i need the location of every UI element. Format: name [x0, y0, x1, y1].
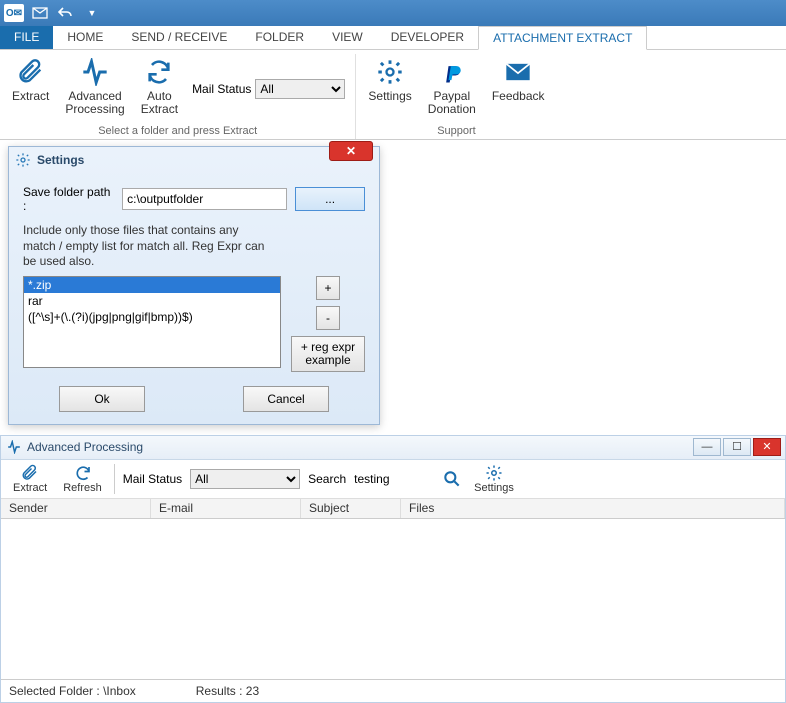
dialog-title-text: Settings [37, 153, 84, 167]
paypal-button[interactable]: Paypal Donation [422, 54, 482, 123]
list-item[interactable]: rar [24, 293, 280, 309]
minimize-button[interactable]: — [693, 438, 721, 456]
ribbon-group-support: Settings Paypal Donation Feedback Suppor… [356, 54, 556, 139]
ribbon-group-label-2: Support [362, 123, 550, 139]
adv-settings-button[interactable]: Settings [470, 464, 518, 494]
adv-mail-status-select[interactable]: All [190, 469, 300, 489]
mail-status-row: Mail Status All [188, 54, 349, 123]
refresh-icon [143, 56, 175, 88]
advanced-processing-window: Advanced Processing — ☐ ✕ Extract Refres… [0, 435, 786, 703]
dialog-title-bar: Settings [9, 147, 379, 173]
tab-developer[interactable]: DEVELOPER [377, 26, 478, 49]
tab-folder[interactable]: FOLDER [241, 26, 318, 49]
browse-button[interactable]: ... [295, 187, 365, 211]
ok-button[interactable]: Ok [59, 386, 145, 412]
adv-extract-button[interactable]: Extract [9, 464, 51, 494]
outlook-icon: O✉ [4, 4, 24, 22]
advanced-processing-button[interactable]: Advanced Processing [59, 54, 130, 123]
ribbon: Extract Advanced Processing Auto Extract… [0, 50, 786, 140]
paperclip-icon [21, 464, 39, 482]
add-button[interactable]: + [316, 276, 340, 300]
tab-file[interactable]: FILE [0, 26, 53, 49]
undo-icon[interactable] [56, 4, 76, 22]
grid-body[interactable] [1, 519, 785, 679]
status-bar: Selected Folder : \Inbox Results : 23 [1, 679, 785, 702]
list-item[interactable]: ([^\s]+(\.(?i)(jpg|png|gif|bmp))$) [24, 309, 280, 325]
adv-toolbar: Extract Refresh Mail Status All Search t… [1, 460, 785, 499]
ribbon-group-label-1: Select a folder and press Extract [6, 123, 349, 139]
regex-list[interactable]: *.zip rar ([^\s]+(\.(?i)(jpg|png|gif|bmp… [23, 276, 281, 368]
ribbon-tabs: FILE HOME SEND / RECEIVE FOLDER VIEW DEV… [0, 26, 786, 50]
gear-icon [15, 152, 31, 168]
adv-title-bar: Advanced Processing — ☐ ✕ [1, 436, 785, 460]
reg-expr-example-button[interactable]: + reg expr example [291, 336, 365, 372]
separator [114, 464, 115, 494]
paypal-icon [436, 56, 468, 88]
adv-mail-status-label: Mail Status [123, 472, 182, 486]
auto-extract-label: Auto Extract [141, 90, 178, 116]
close-button[interactable]: ✕ [329, 141, 373, 161]
extract-label: Extract [12, 90, 49, 103]
feedback-label: Feedback [492, 90, 545, 103]
settings-dialog: ✕ Settings Save folder path : ... Includ… [8, 146, 380, 425]
close-button[interactable]: ✕ [753, 438, 781, 456]
adv-refresh-button[interactable]: Refresh [59, 464, 106, 494]
tab-view[interactable]: VIEW [318, 26, 377, 49]
results-count: Results : 23 [196, 684, 259, 698]
extract-button[interactable]: Extract [6, 54, 55, 123]
search-icon[interactable] [442, 469, 462, 489]
maximize-button[interactable]: ☐ [723, 438, 751, 456]
feedback-button[interactable]: Feedback [486, 54, 551, 123]
mail-status-select[interactable]: All [255, 79, 345, 99]
selected-folder: Selected Folder : \Inbox [9, 684, 136, 698]
quick-access-toolbar: O✉ ▼ [0, 0, 786, 26]
activity-icon [79, 56, 111, 88]
auto-extract-button[interactable]: Auto Extract [135, 54, 184, 123]
col-files[interactable]: Files [401, 499, 785, 518]
col-email[interactable]: E-mail [151, 499, 301, 518]
mail-status-label: Mail Status [192, 82, 251, 96]
adv-proc-label: Advanced Processing [65, 90, 124, 116]
settings-button[interactable]: Settings [362, 54, 417, 123]
paperclip-icon [15, 56, 47, 88]
gear-icon [374, 56, 406, 88]
send-receive-icon[interactable] [30, 4, 50, 22]
col-subject[interactable]: Subject [301, 499, 401, 518]
tab-attachment-extract[interactable]: ATTACHMENT EXTRACT [478, 26, 647, 50]
activity-icon [7, 440, 21, 454]
cancel-button[interactable]: Cancel [243, 386, 329, 412]
qat-dropdown-icon[interactable]: ▼ [82, 4, 102, 22]
adv-title-text: Advanced Processing [27, 440, 143, 454]
tab-home[interactable]: HOME [53, 26, 117, 49]
settings-label: Settings [368, 90, 411, 103]
adv-search-label: Search [308, 472, 346, 486]
refresh-icon [74, 464, 92, 482]
col-sender[interactable]: Sender [1, 499, 151, 518]
remove-button[interactable]: - [316, 306, 340, 330]
tab-send-receive[interactable]: SEND / RECEIVE [117, 26, 241, 49]
adv-search-value[interactable]: testing [354, 472, 434, 486]
save-path-input[interactable] [122, 188, 287, 210]
save-path-label: Save folder path : [23, 185, 114, 213]
grid-header: Sender E-mail Subject Files [1, 499, 785, 519]
paypal-label: Paypal Donation [428, 90, 476, 116]
ribbon-group-extract: Extract Advanced Processing Auto Extract… [0, 54, 356, 139]
gear-icon [485, 464, 503, 482]
filter-hint: Include only those files that contains a… [23, 223, 273, 270]
mail-icon [502, 56, 534, 88]
list-item[interactable]: *.zip [24, 277, 280, 293]
